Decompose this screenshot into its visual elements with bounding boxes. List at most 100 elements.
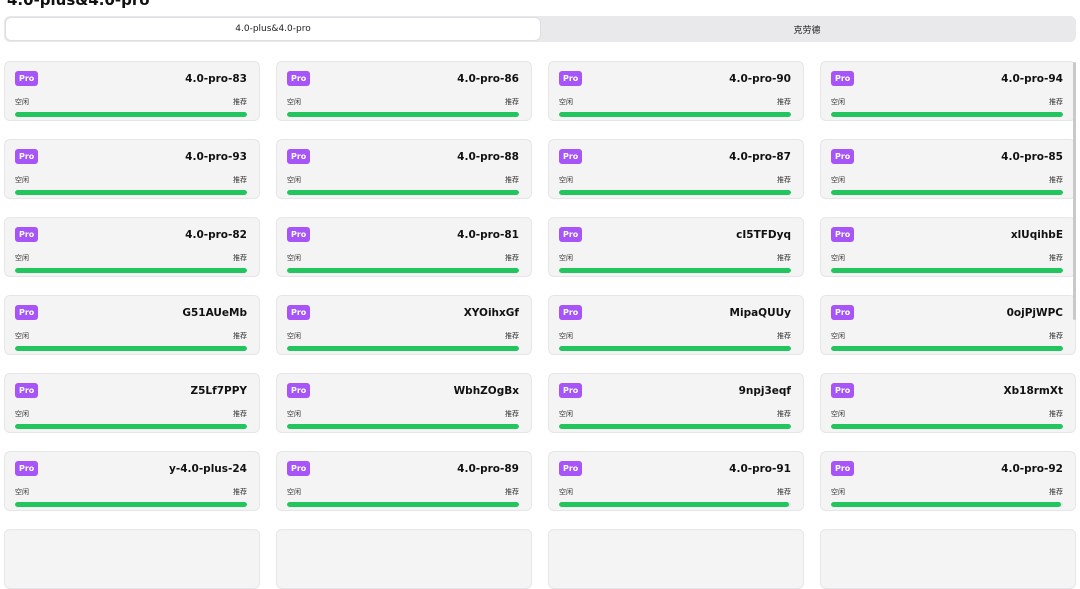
usage-progress-bar [831, 190, 1063, 195]
recommend-label: 推荐 [777, 254, 791, 262]
pro-badge: Pro [559, 149, 583, 164]
recommend-label: 推荐 [505, 410, 519, 418]
status-label: 空闲 [15, 332, 29, 340]
recommend-label: 推荐 [1049, 176, 1063, 184]
usage-progress-fill [559, 112, 791, 117]
recommend-label: 推荐 [777, 410, 791, 418]
account-name: Xb18rmXt [1003, 385, 1063, 397]
usage-progress-bar [287, 190, 519, 195]
status-label: 空闲 [559, 98, 573, 106]
account-card[interactable] [276, 529, 532, 589]
pro-badge: Pro [15, 71, 39, 86]
account-name: 4.0-pro-94 [1001, 73, 1063, 85]
account-card[interactable]: Pro 4.0-pro-93 空闲 推荐 [4, 139, 260, 199]
account-card[interactable]: Pro 4.0-pro-91 空闲 推荐 [548, 451, 804, 511]
account-name: MipaQUUy [729, 307, 791, 319]
pro-badge: Pro [831, 461, 855, 476]
account-card[interactable]: Pro 4.0-pro-83 空闲 推荐 [4, 61, 260, 121]
status-label: 空闲 [831, 98, 845, 106]
account-card[interactable]: Pro Xb18rmXt 空闲 推荐 [820, 373, 1076, 433]
account-card[interactable]: Pro G51AUeMb 空闲 推荐 [4, 295, 260, 355]
account-name: 4.0-pro-81 [457, 229, 519, 241]
account-name: xlUqihbE [1010, 229, 1063, 241]
recommend-label: 推荐 [777, 332, 791, 340]
usage-progress-bar [287, 502, 519, 507]
account-card[interactable] [820, 529, 1076, 589]
account-card[interactable]: Pro XYOihxGf 空闲 推荐 [276, 295, 532, 355]
account-card[interactable]: Pro 4.0-pro-88 空闲 推荐 [276, 139, 532, 199]
account-card[interactable]: Pro 4.0-pro-86 空闲 推荐 [276, 61, 532, 121]
account-name: Z5Lf7PPY [190, 385, 247, 397]
status-label: 空闲 [287, 254, 301, 262]
account-card[interactable]: Pro 9npj3eqf 空闲 推荐 [548, 373, 804, 433]
usage-progress-bar [287, 424, 519, 429]
usage-progress-bar [287, 268, 519, 273]
usage-progress-fill [287, 268, 519, 273]
pro-badge: Pro [287, 71, 311, 86]
pro-badge: Pro [15, 149, 39, 164]
account-name: 4.0-pro-86 [457, 73, 519, 85]
usage-progress-fill [831, 424, 1063, 429]
account-card[interactable]: Pro 4.0-pro-87 空闲 推荐 [548, 139, 804, 199]
pro-badge: Pro [287, 149, 311, 164]
usage-progress-fill [15, 424, 247, 429]
account-card[interactable]: Pro 4.0-pro-94 空闲 推荐 [820, 61, 1076, 121]
recommend-label: 推荐 [233, 176, 247, 184]
usage-progress-fill [15, 346, 247, 351]
usage-progress-fill [831, 190, 1063, 195]
usage-progress-fill [831, 346, 1063, 351]
account-card[interactable]: Pro 4.0-pro-89 空闲 推荐 [276, 451, 532, 511]
recommend-label: 推荐 [1049, 332, 1063, 340]
account-card[interactable]: Pro 4.0-pro-90 空闲 推荐 [548, 61, 804, 121]
account-card[interactable] [4, 529, 260, 589]
status-label: 空闲 [559, 410, 573, 418]
account-name: 4.0-pro-89 [457, 463, 519, 475]
status-label: 空闲 [287, 332, 301, 340]
status-label: 空闲 [287, 410, 301, 418]
status-label: 空闲 [287, 98, 301, 106]
account-card[interactable]: Pro y-4.0-plus-24 空闲 推荐 [4, 451, 260, 511]
recommend-label: 推荐 [1049, 98, 1063, 106]
account-card[interactable]: Pro 4.0-pro-92 空闲 推荐 [820, 451, 1076, 511]
usage-progress-bar [831, 424, 1063, 429]
recommend-label: 推荐 [505, 332, 519, 340]
account-name: 4.0-pro-83 [185, 73, 247, 85]
usage-progress-fill [15, 268, 247, 273]
account-card[interactable]: Pro 4.0-pro-81 空闲 推荐 [276, 217, 532, 277]
account-card[interactable]: Pro xlUqihbE 空闲 推荐 [820, 217, 1076, 277]
status-label: 空闲 [287, 488, 301, 496]
pro-badge: Pro [559, 461, 583, 476]
account-name: WbhZOgBx [453, 385, 519, 397]
pro-badge: Pro [287, 227, 311, 242]
page-title: 4.0-plus&4.0-pro [7, 0, 150, 9]
status-label: 空闲 [831, 488, 845, 496]
usage-progress-fill [287, 190, 519, 195]
account-card[interactable]: Pro 0ojPjWPC 空闲 推荐 [820, 295, 1076, 355]
usage-progress-fill [287, 424, 519, 429]
account-card[interactable]: Pro cI5TFDyq 空闲 推荐 [548, 217, 804, 277]
recommend-label: 推荐 [505, 488, 519, 496]
account-name: 4.0-pro-82 [185, 229, 247, 241]
pro-badge: Pro [287, 461, 311, 476]
pro-badge: Pro [15, 461, 39, 476]
pro-badge: Pro [559, 227, 583, 242]
recommend-label: 推荐 [1049, 254, 1063, 262]
pro-badge: Pro [831, 227, 855, 242]
account-card[interactable]: Pro 4.0-pro-85 空闲 推荐 [820, 139, 1076, 199]
status-label: 空闲 [831, 332, 845, 340]
account-card[interactable]: Pro MipaQUUy 空闲 推荐 [548, 295, 804, 355]
account-card[interactable]: Pro WbhZOgBx 空闲 推荐 [276, 373, 532, 433]
account-name: 4.0-pro-90 [729, 73, 791, 85]
pro-badge: Pro [831, 71, 855, 86]
account-card[interactable]: Pro Z5Lf7PPY 空闲 推荐 [4, 373, 260, 433]
scrollbar[interactable] [1073, 62, 1076, 320]
usage-progress-bar [559, 502, 791, 507]
tab-4-0-plus-pro[interactable]: 4.0-plus&4.0-pro [6, 18, 540, 40]
recommend-label: 推荐 [777, 176, 791, 184]
usage-progress-bar [15, 346, 247, 351]
tab-claude[interactable]: 克劳德 [540, 18, 1074, 40]
account-name: 4.0-pro-87 [729, 151, 791, 163]
account-card[interactable]: Pro 4.0-pro-82 空闲 推荐 [4, 217, 260, 277]
account-card[interactable] [548, 529, 804, 589]
account-name: cI5TFDyq [736, 229, 791, 241]
